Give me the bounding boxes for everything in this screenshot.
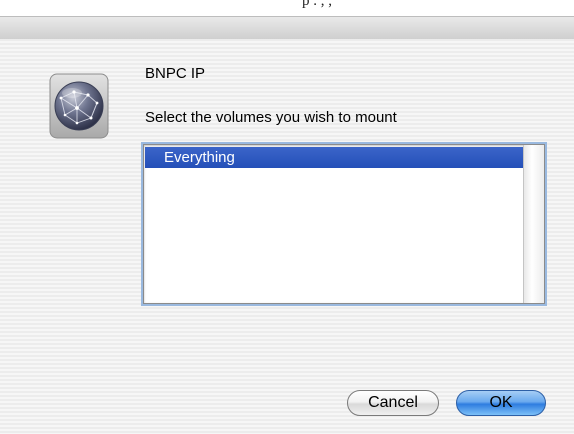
clipped-background-text: p . , , — [302, 0, 332, 9]
server-name-label: BNPC IP — [145, 65, 206, 82]
network-globe-icon — [47, 70, 111, 140]
volume-list-scrollbar[interactable] — [523, 145, 544, 303]
window-titlebar[interactable] — [0, 16, 574, 40]
cancel-button[interactable]: Cancel — [347, 390, 439, 416]
ok-button[interactable]: OK — [456, 390, 546, 416]
mount-prompt-text: Select the volumes you wish to mount — [145, 109, 397, 126]
mount-volumes-dialog: BNPC IP Select the volumes you wish to m… — [0, 39, 574, 434]
volume-list-item-everything[interactable]: Everything — [145, 147, 523, 168]
volume-list[interactable]: Everything — [143, 144, 545, 304]
top-strip: p . , , — [0, 0, 574, 16]
